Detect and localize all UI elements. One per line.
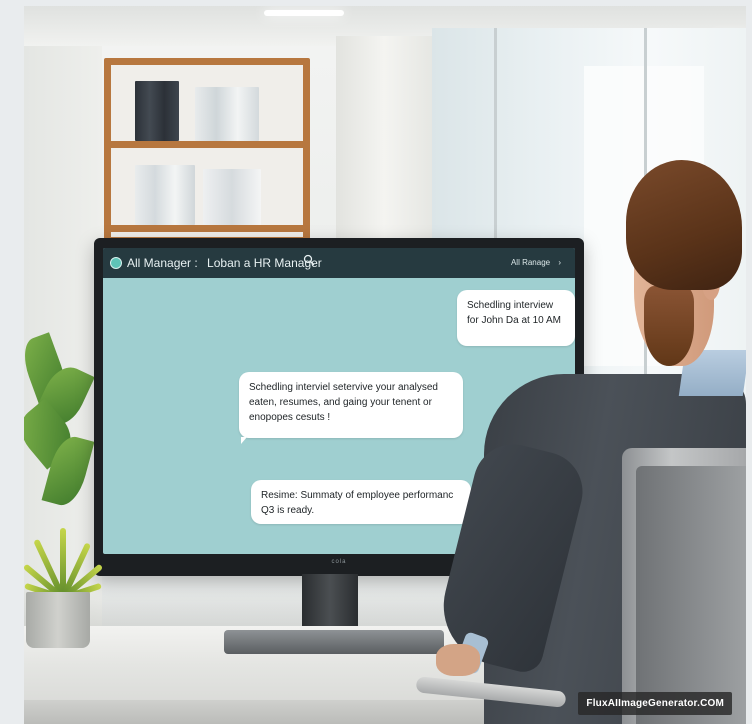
shelf-board bbox=[111, 225, 303, 232]
small-plant bbox=[24, 512, 104, 601]
beard bbox=[644, 286, 694, 366]
app-title-group: All Manager : Loban a HR Manager bbox=[127, 256, 322, 270]
book-binders bbox=[195, 87, 259, 141]
app-title: All Manager : bbox=[127, 256, 198, 270]
book-binders bbox=[135, 165, 195, 225]
monitor-base bbox=[224, 630, 444, 654]
plant-pot bbox=[26, 592, 90, 648]
message-text: Schedling interviel setervive your analy… bbox=[249, 382, 438, 423]
watermark: FluxAIImageGenerator.COM bbox=[578, 692, 732, 715]
book-binders bbox=[135, 81, 179, 141]
bookshelf bbox=[104, 58, 310, 244]
shelf-board bbox=[111, 141, 303, 148]
potted-plant-background bbox=[24, 326, 95, 526]
hand bbox=[436, 644, 480, 676]
chair-back bbox=[636, 466, 746, 724]
hair bbox=[626, 160, 742, 290]
search-icon[interactable] bbox=[303, 254, 315, 269]
photo-frame: All Manager : Loban a HR Manager All Ran… bbox=[24, 6, 746, 724]
ceiling-light bbox=[264, 10, 344, 16]
app-logo-icon bbox=[110, 257, 122, 269]
book-binders bbox=[203, 169, 261, 225]
